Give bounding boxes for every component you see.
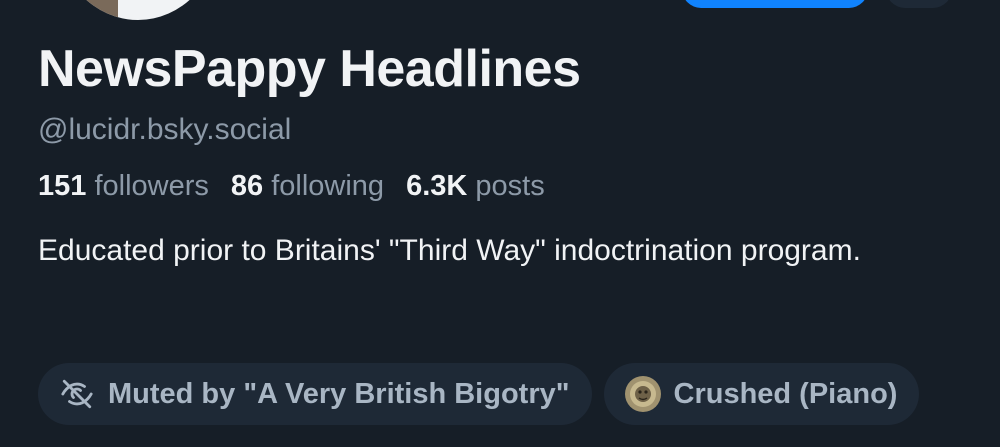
profile-labels: Muted by "A Very British Bigotry" Crushe… (38, 363, 920, 425)
profile-bio: Educated prior to Britains' "Third Way" … (38, 234, 861, 267)
label-chip-crushed[interactable]: Crushed (Piano) (603, 363, 920, 425)
posts-stat: 6.3K posts (406, 168, 545, 204)
display-name: NewsPappy Headlines (38, 40, 581, 98)
posts-count: 6.3K (406, 170, 468, 202)
profile-header: NewsPappy Headlines @lucidr.bsky.social … (38, 38, 968, 274)
profile-avatar[interactable] (58, 0, 218, 20)
eye-slash-icon (58, 375, 96, 413)
profile-handle: @lucidr.bsky.social (38, 113, 292, 146)
label-chip-muted[interactable]: Muted by "A Very British Bigotry" (38, 363, 592, 425)
labeler-avatar-icon (624, 375, 662, 413)
more-options-button[interactable] (886, 0, 952, 8)
profile-stats: 151 followers 86 following 6.3K posts (38, 168, 968, 204)
followers-stat[interactable]: 151 followers (38, 168, 209, 204)
label-chip-text: Muted by "A Very British Bigotry" (108, 377, 570, 410)
posts-label: posts (475, 170, 545, 202)
following-stat[interactable]: 86 following (231, 168, 384, 204)
followers-label: followers (94, 170, 209, 202)
following-label: following (271, 170, 385, 202)
followers-count: 151 (38, 170, 87, 202)
following-count: 86 (230, 170, 264, 202)
label-chip-text: Crushed (Piano) (673, 377, 898, 410)
follow-button[interactable] (682, 0, 868, 8)
